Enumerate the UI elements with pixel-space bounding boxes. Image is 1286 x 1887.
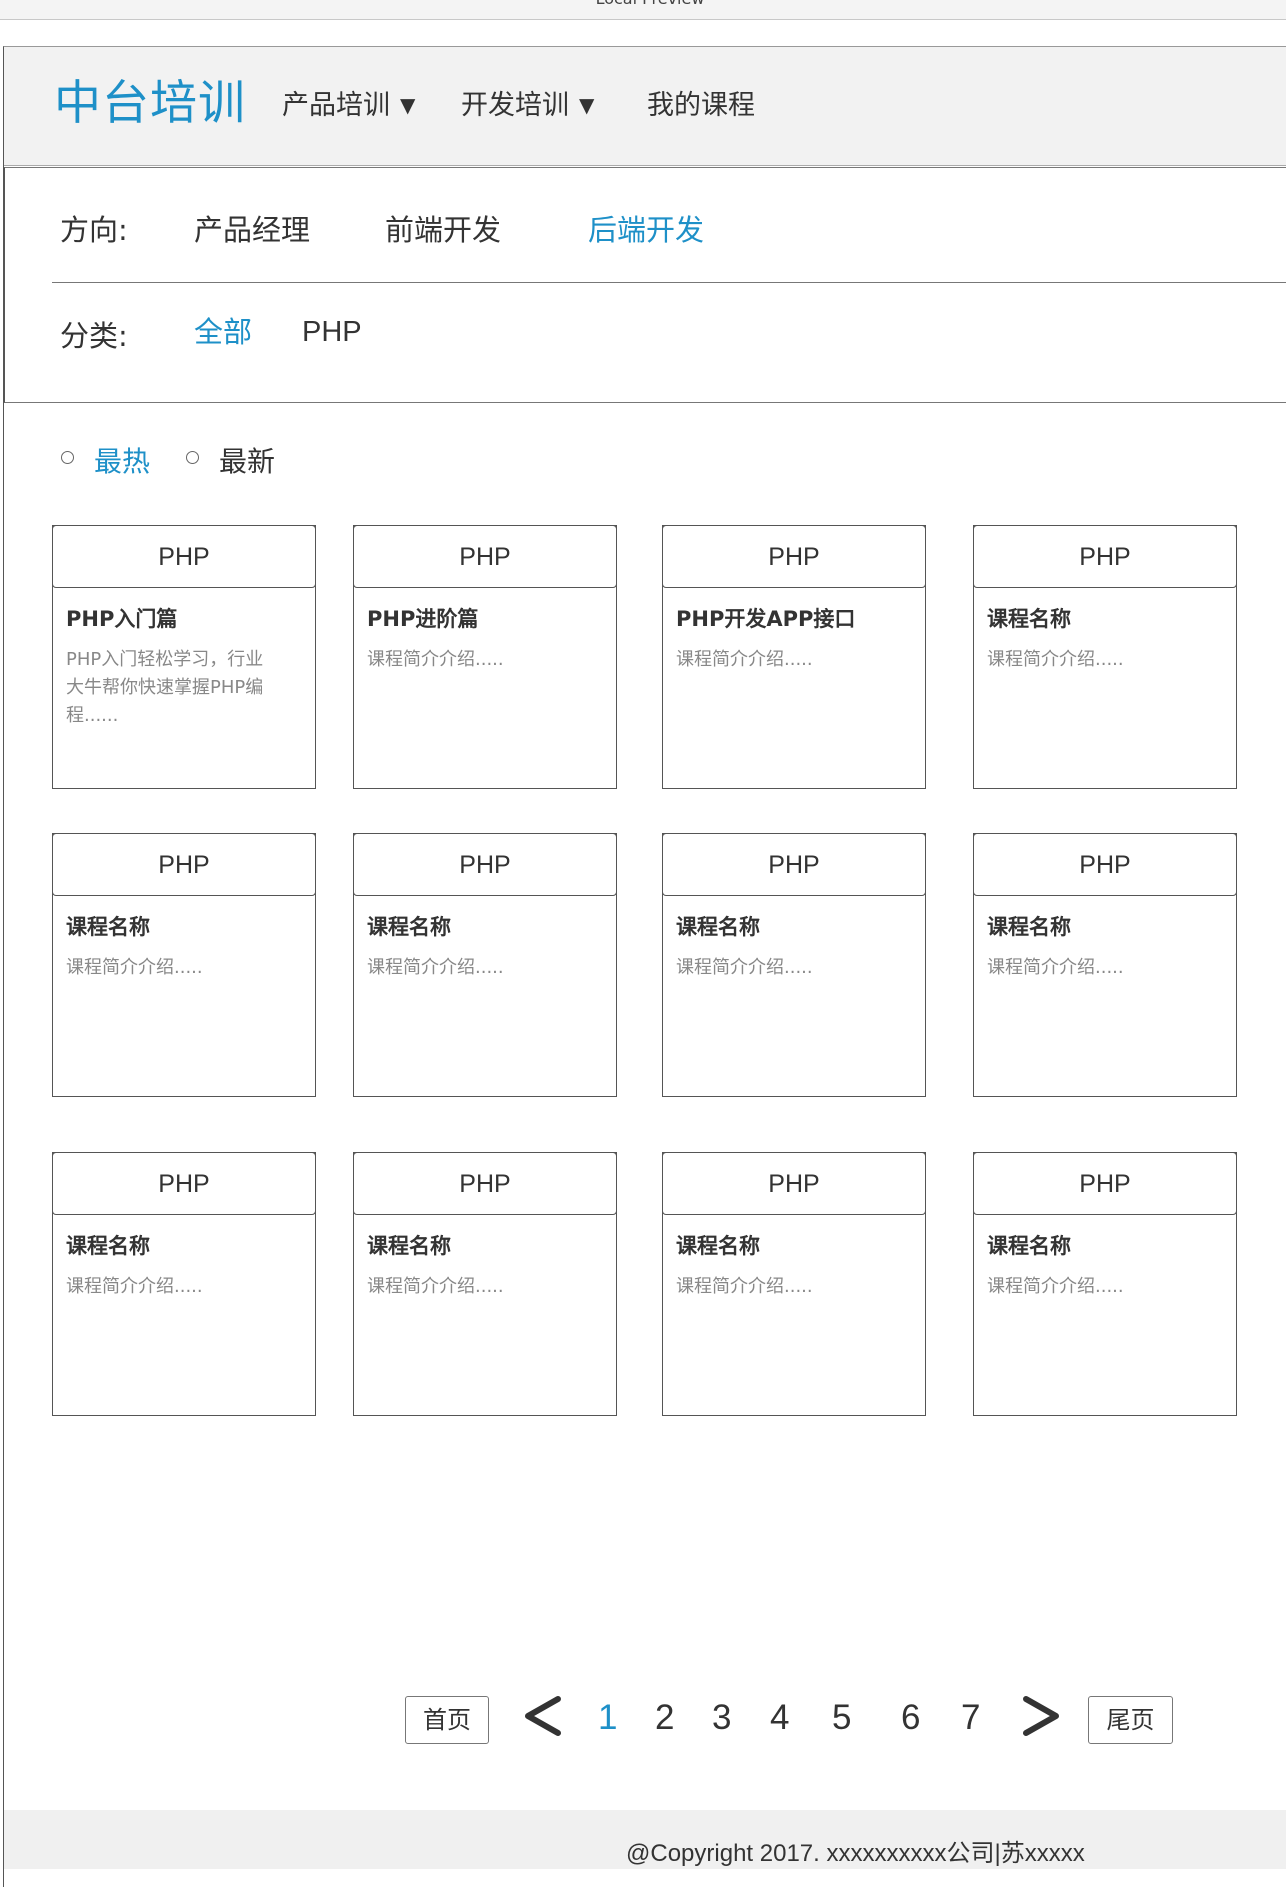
course-card[interactable]: PHP 课程名称课程简介介绍..... xyxy=(973,1152,1237,1416)
course-title: 课程名称 xyxy=(676,915,760,939)
course-description: 课程简介介绍..... xyxy=(987,646,1225,674)
course-description: 课程简介介绍..... xyxy=(367,646,605,674)
course-description: 课程简介介绍..... xyxy=(66,1273,304,1301)
course-description: 课程简介介绍..... xyxy=(367,1273,605,1301)
page-number[interactable]: 5 xyxy=(832,1697,851,1739)
nav-item-my-courses[interactable]: 我的课程 xyxy=(647,88,755,124)
course-card[interactable]: PHP 课程名称课程简介介绍..... xyxy=(52,833,316,1097)
copyright-text: @Copyright 2017. xxxxxxxxxx公司|苏xxxxx xyxy=(626,1840,1085,1867)
direction-option-backend[interactable]: 后端开发 xyxy=(588,212,704,248)
course-title: 课程名称 xyxy=(987,915,1071,939)
course-card[interactable]: PHP 课程名称课程简介介绍..... xyxy=(973,525,1237,789)
course-title: 课程名称 xyxy=(367,1234,451,1258)
course-card[interactable]: PHP PHP开发APP接口 课程简介介绍..... xyxy=(662,525,926,789)
page-number[interactable]: 6 xyxy=(901,1697,920,1739)
course-tag: PHP xyxy=(52,525,316,588)
sort-new-radio[interactable] xyxy=(186,451,199,464)
nav-item-product-training[interactable]: 产品培训 ▼ xyxy=(282,88,415,125)
course-description: 课程简介介绍..... xyxy=(367,954,605,982)
course-title: 课程名称 xyxy=(987,1234,1071,1258)
course-description: 课程简介介绍..... xyxy=(987,954,1225,982)
course-description: PHP入门轻松学习，行业 大牛帮你快速掌握PHP编 程...... xyxy=(66,646,304,730)
course-description-line: 课程简介介绍..... xyxy=(367,957,504,978)
page-number[interactable]: 3 xyxy=(712,1697,731,1739)
course-tag: PHP xyxy=(52,833,316,896)
course-card[interactable]: PHP 课程名称课程简介介绍..... xyxy=(353,833,617,1097)
course-title: PHP开发APP接口 xyxy=(676,607,856,631)
dropdown-arrow-icon: ▼ xyxy=(579,93,595,117)
course-card[interactable]: PHP PHP入门篇 PHP入门轻松学习，行业 大牛帮你快速掌握PHP编 程...... xyxy=(52,525,316,789)
course-description: 课程简介介绍..... xyxy=(676,646,914,674)
next-page-icon[interactable] xyxy=(1018,1693,1064,1739)
course-description: 课程简介介绍..... xyxy=(676,954,914,982)
direction-option-frontend[interactable]: 前端开发 xyxy=(385,212,501,248)
nav-item-label: 产品培训 xyxy=(282,90,390,121)
course-card[interactable]: PHP PHP进阶篇课程简介介绍..... xyxy=(353,525,617,789)
course-description-line: 课程简介介绍..... xyxy=(987,1276,1124,1297)
page-number[interactable]: 4 xyxy=(770,1697,789,1739)
page-number[interactable]: 2 xyxy=(655,1697,674,1739)
window-title: Local Preview xyxy=(0,0,1286,8)
course-card[interactable]: PHP 课程名称课程简介介绍..... xyxy=(662,1152,926,1416)
sort-new-label[interactable]: 最新 xyxy=(219,444,275,480)
nav-item-dev-training[interactable]: 开发培训 ▼ xyxy=(461,88,594,125)
course-description-line: 课程简介介绍..... xyxy=(367,1276,504,1297)
course-description-line: 程...... xyxy=(66,705,119,726)
nav-item-label: 开发培训 xyxy=(461,90,569,121)
direction-label: 方向: xyxy=(60,213,128,247)
direction-option-product-manager[interactable]: 产品经理 xyxy=(194,212,310,248)
course-description-line: PHP入门轻松学习，行业 xyxy=(66,649,264,670)
sort-hot-radio[interactable] xyxy=(61,451,74,464)
course-tag: PHP xyxy=(353,1152,617,1215)
prev-page-icon[interactable] xyxy=(520,1693,566,1739)
page-number[interactable]: 7 xyxy=(961,1697,980,1739)
filter-panel xyxy=(4,167,1286,403)
course-description-line: 课程简介介绍..... xyxy=(66,1276,203,1297)
dropdown-arrow-icon: ▼ xyxy=(400,93,416,117)
course-card[interactable]: PHP 课程名称课程简介介绍..... xyxy=(353,1152,617,1416)
nav-item-label: 我的课程 xyxy=(647,90,755,121)
course-tag: PHP xyxy=(662,525,926,588)
category-option-all[interactable]: 全部 xyxy=(194,314,252,350)
window-title-bar: Local Preview xyxy=(0,0,1286,20)
filter-divider xyxy=(52,282,1286,283)
sort-hot-label[interactable]: 最热 xyxy=(94,444,150,480)
course-description-line: 课程简介介绍..... xyxy=(676,957,813,978)
course-title: PHP入门篇 xyxy=(66,607,178,631)
course-tag: PHP xyxy=(52,1152,316,1215)
course-title: 课程名称 xyxy=(66,1234,150,1258)
course-description: 课程简介介绍..... xyxy=(987,1273,1225,1301)
course-card[interactable]: PHP 课程名称课程简介介绍..... xyxy=(973,833,1237,1097)
course-tag: PHP xyxy=(973,1152,1237,1215)
course-description-line: 课程简介介绍..... xyxy=(676,649,813,670)
course-description-line: 大牛帮你快速掌握PHP编 xyxy=(66,677,264,698)
category-option-php[interactable]: PHP xyxy=(302,314,362,350)
course-description: 课程简介介绍..... xyxy=(66,954,304,982)
site-logo[interactable]: 中台培训 xyxy=(54,76,246,132)
course-tag: PHP xyxy=(662,833,926,896)
course-title: 课程名称 xyxy=(367,915,451,939)
page-number[interactable]: 1 xyxy=(598,1697,617,1739)
first-page-button[interactable]: 首页 xyxy=(405,1696,489,1744)
course-card[interactable]: PHP 课程名称课程简介介绍..... xyxy=(662,833,926,1097)
course-title: PHP进阶篇 xyxy=(367,607,479,631)
course-description-line: 课程简介介绍..... xyxy=(987,957,1124,978)
course-title: 课程名称 xyxy=(66,915,150,939)
course-tag: PHP xyxy=(353,525,617,588)
course-description-line: 课程简介介绍..... xyxy=(987,649,1124,670)
course-description-line: 课程简介介绍..... xyxy=(66,957,203,978)
course-tag: PHP xyxy=(973,833,1237,896)
last-page-button[interactable]: 尾页 xyxy=(1088,1696,1173,1744)
course-card[interactable]: PHP 课程名称课程简介介绍..... xyxy=(52,1152,316,1416)
course-description: 课程简介介绍..... xyxy=(676,1273,914,1301)
course-tag: PHP xyxy=(973,525,1237,588)
course-description-line: 课程简介介绍..... xyxy=(367,649,504,670)
course-tag: PHP xyxy=(353,833,617,896)
course-title: 课程名称 xyxy=(987,607,1071,631)
course-tag: PHP xyxy=(662,1152,926,1215)
category-label: 分类: xyxy=(60,319,128,353)
course-title: 课程名称 xyxy=(676,1234,760,1258)
course-description-line: 课程简介介绍..... xyxy=(676,1276,813,1297)
